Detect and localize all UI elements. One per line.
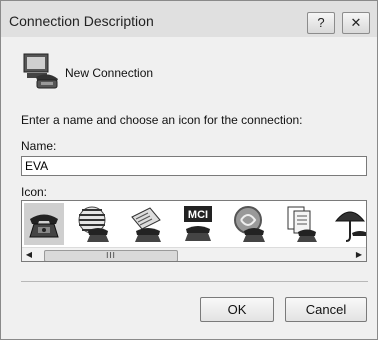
umbrella-phone-icon[interactable] bbox=[332, 203, 366, 245]
connection-description-dialog: Connection Description ? ✕ New Connectio… bbox=[0, 0, 378, 340]
horizontal-scrollbar[interactable]: ◀ III ▶ bbox=[22, 247, 366, 261]
fax-phone-icon[interactable] bbox=[126, 203, 166, 245]
icon-list[interactable]: MCI ◀ III ▶ bbox=[21, 200, 367, 262]
title-bar: Connection Description ? ✕ bbox=[1, 1, 377, 37]
help-button[interactable]: ? bbox=[307, 12, 335, 34]
icon-label: Icon: bbox=[21, 185, 48, 199]
connection-name-input[interactable] bbox=[21, 156, 367, 176]
name-label: Name: bbox=[21, 139, 57, 153]
mci-phone-icon[interactable]: MCI bbox=[178, 203, 218, 245]
documents-phone-icon[interactable] bbox=[282, 203, 322, 245]
instructions-text: Enter a name and choose an icon for the … bbox=[21, 113, 303, 127]
window-title: Connection Description bbox=[9, 13, 154, 29]
ge-phone-icon[interactable] bbox=[230, 203, 270, 245]
ok-button[interactable]: OK bbox=[200, 297, 274, 322]
close-button[interactable]: ✕ bbox=[342, 12, 370, 34]
cancel-button[interactable]: Cancel bbox=[285, 297, 367, 322]
separator bbox=[21, 281, 368, 282]
mci-text: MCI bbox=[188, 209, 208, 221]
header-title: New Connection bbox=[65, 66, 154, 80]
globe-phone-icon[interactable] bbox=[74, 203, 114, 245]
scroll-left-arrow-icon[interactable]: ◀ bbox=[22, 248, 36, 261]
icon-row: MCI bbox=[22, 201, 366, 247]
new-connection-icon bbox=[23, 53, 58, 89]
scroll-right-arrow-icon[interactable]: ▶ bbox=[352, 248, 366, 261]
scroll-thumb[interactable]: III bbox=[44, 250, 178, 261]
phone-icon[interactable] bbox=[24, 203, 64, 245]
